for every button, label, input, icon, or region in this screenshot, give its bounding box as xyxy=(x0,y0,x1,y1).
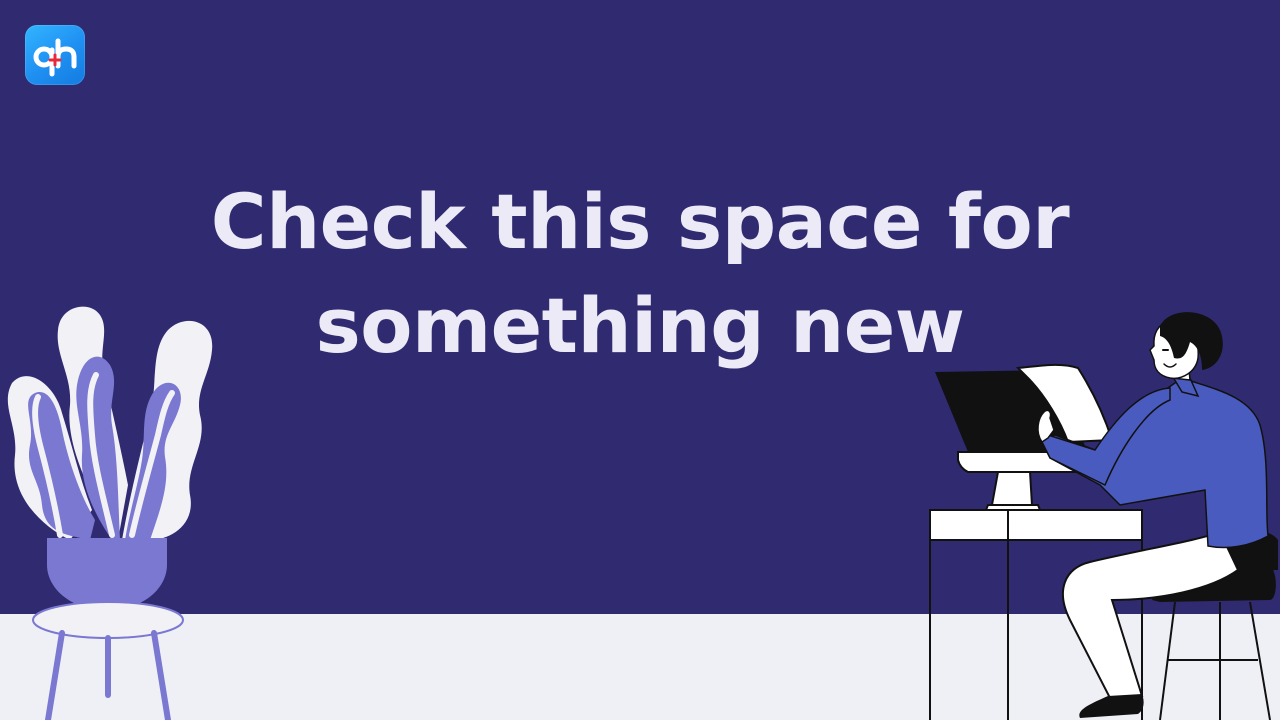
potted-plant-illustration xyxy=(7,306,213,720)
monitor-base xyxy=(984,504,1042,511)
monitor-stand xyxy=(990,471,1034,506)
plant-stool-leg xyxy=(45,630,65,720)
headline-line-1: Check this space for xyxy=(210,177,1070,266)
plant-pot xyxy=(47,538,167,610)
placeholder-page: Check this space for something new xyxy=(0,0,1280,720)
qh-logo-mark xyxy=(33,38,77,77)
plant-stool-top xyxy=(32,601,184,639)
man-at-computer-illustration xyxy=(929,312,1278,720)
plant-stool-leg xyxy=(151,630,171,720)
qh-logo-icon xyxy=(25,25,85,85)
desk-top xyxy=(929,509,1143,541)
man-pants xyxy=(1061,530,1240,700)
man-shoe xyxy=(1079,694,1144,718)
